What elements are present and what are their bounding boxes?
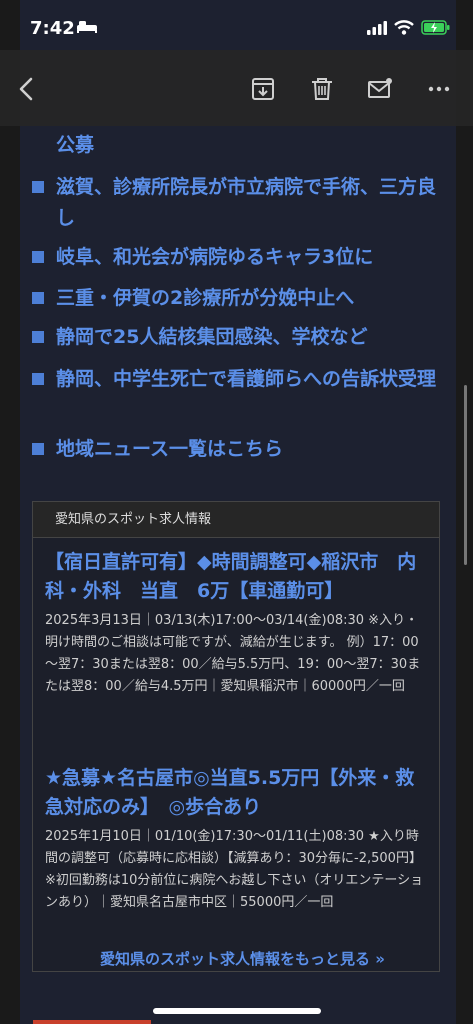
article-content: 公募 滋賀、診療所院長が市立病院で手術、三方良し 岐阜、和光会が病院ゆるキャラ3… xyxy=(20,0,456,1024)
more-icon[interactable] xyxy=(426,76,452,102)
job-listing: 【宿日直許可有】◆時間調整可◆稲沢市 内科・外科 当直 6万【車通勤可】 202… xyxy=(45,548,429,698)
trash-icon[interactable] xyxy=(309,76,335,102)
news-item-label[interactable]: 岐阜、和光会が病院ゆるキャラ3位に xyxy=(56,242,442,273)
red-banner-edge xyxy=(33,1020,151,1024)
home-indicator[interactable] xyxy=(153,1008,321,1014)
news-item-label[interactable]: 静岡で25人結核集団感染、学校など xyxy=(56,322,442,353)
archive-icon[interactable] xyxy=(250,76,276,102)
job-listing: ★急募★名古屋市◎当直5.5万円【外来・救急対応のみ】 ◎歩合あり 2025年1… xyxy=(45,764,429,914)
bullet-square-icon xyxy=(32,251,44,263)
spot-jobs-box: 愛知県のスポット求人情報 【宿日直許可有】◆時間調整可◆稲沢市 内科・外科 当直… xyxy=(32,501,440,972)
bullet-square-icon xyxy=(32,181,44,193)
news-item-label[interactable]: 滋賀、診療所院長が市立病院で手術、三方良し xyxy=(56,172,442,234)
bullet-square-icon xyxy=(32,373,44,385)
news-item-label[interactable]: 三重・伊賀の2診療所が分娩中止へ xyxy=(56,283,442,314)
bullet-square-icon xyxy=(32,292,44,304)
back-icon[interactable] xyxy=(14,76,40,102)
mail-icon[interactable] xyxy=(367,76,393,102)
job-title-link[interactable]: 【宿日直許可有】◆時間調整可◆稲沢市 内科・外科 当直 6万【車通勤可】 xyxy=(45,548,429,606)
news-item-label[interactable]: 静岡、中学生死亡で看護師らへの告訴状受理 xyxy=(56,364,442,395)
job-detail: 2025年3月13日｜03/13(木)17:00～03/14(金)08:30 ※… xyxy=(45,613,421,694)
job-detail: 2025年1月10日｜01/10(金)17:30～01/11(土)08:30 ★… xyxy=(45,829,424,910)
news-item-label[interactable]: 公募 xyxy=(56,130,442,161)
bullet-square-icon xyxy=(32,443,44,455)
status-time: 7:42 xyxy=(30,18,75,39)
news-item-label[interactable]: 地域ニュース一覧はこちら xyxy=(56,434,442,465)
wifi-icon xyxy=(394,20,414,35)
bullet-square-icon xyxy=(32,331,44,343)
battery-charging-icon xyxy=(421,20,450,35)
status-bar: 7:42 xyxy=(0,0,473,50)
sleep-focus-icon xyxy=(77,21,97,33)
more-jobs-link[interactable]: 愛知県のスポット求人情報をもっと見る » xyxy=(100,948,460,969)
spot-jobs-heading: 愛知県のスポット求人情報 xyxy=(33,502,439,538)
cellular-signal-icon xyxy=(367,21,387,35)
job-title-link[interactable]: ★急募★名古屋市◎当直5.5万円【外来・救急対応のみ】 ◎歩合あり xyxy=(45,764,429,822)
mail-toolbar xyxy=(0,50,473,126)
scrollbar[interactable] xyxy=(464,385,467,565)
